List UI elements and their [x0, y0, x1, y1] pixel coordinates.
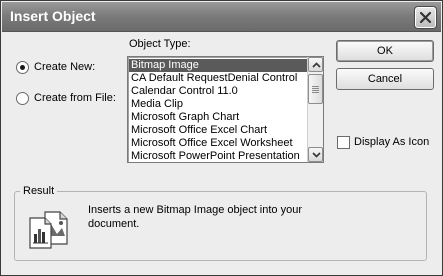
list-item-ca-default-requestdenial-control[interactable]: CA Default RequestDenial Control [129, 72, 307, 85]
radio-selected-dot [20, 65, 25, 70]
scroll-up-button[interactable] [308, 57, 323, 72]
chevron-up-icon [312, 62, 321, 68]
ok-button[interactable]: OK [336, 40, 434, 62]
cancel-button[interactable]: Cancel [336, 68, 434, 90]
scroll-down-button[interactable] [308, 147, 323, 162]
close-button[interactable] [415, 7, 436, 28]
result-group: Result Inserts a new Bitmap Image object… [14, 184, 427, 261]
insert-object-dialog: Insert Object Create New: Create from Fi… [0, 0, 443, 276]
list-item-powerpoint-presentation[interactable]: Microsoft PowerPoint Presentation [129, 150, 307, 162]
result-description: Inserts a new Bitmap Image object into y… [88, 204, 302, 230]
list-scrollbar[interactable] [307, 57, 323, 162]
grip-line [312, 92, 319, 93]
list-item-excel-chart[interactable]: Microsoft Office Excel Chart [129, 124, 307, 137]
result-legend: Result [20, 184, 58, 198]
object-type-items: Bitmap Image CA Default RequestDenial Co… [129, 59, 307, 162]
list-item-excel-worksheet[interactable]: Microsoft Office Excel Worksheet [129, 137, 307, 150]
create-from-file-radio-circle[interactable] [16, 92, 29, 105]
bitmap-document-icon [29, 211, 68, 249]
display-as-icon-label: Display As Icon [354, 136, 430, 148]
grip-line [312, 86, 319, 87]
list-item-media-clip[interactable]: Media Clip [129, 98, 307, 111]
grip-line [312, 88, 319, 89]
dialog-title: Insert Object [10, 8, 96, 24]
close-icon [419, 11, 432, 24]
title-bar[interactable]: Insert Object [2, 2, 441, 32]
object-type-list[interactable]: Bitmap Image CA Default RequestDenial Co… [127, 56, 324, 163]
object-type-label: Object Type: [129, 38, 191, 50]
list-item-calendar-control[interactable]: Calendar Control 11.0 [129, 85, 307, 98]
display-as-icon-checkbox[interactable] [337, 136, 350, 149]
list-item-bitmap-image[interactable]: Bitmap Image [129, 59, 307, 72]
grip-line [312, 90, 319, 91]
list-item-microsoft-graph-chart[interactable]: Microsoft Graph Chart [129, 111, 307, 124]
scroll-thumb[interactable] [308, 74, 323, 104]
chevron-down-icon [312, 152, 321, 158]
create-from-file-label: Create from File: [34, 92, 116, 104]
create-new-label: Create New: [34, 61, 96, 73]
create-new-radio-circle[interactable] [16, 61, 29, 74]
